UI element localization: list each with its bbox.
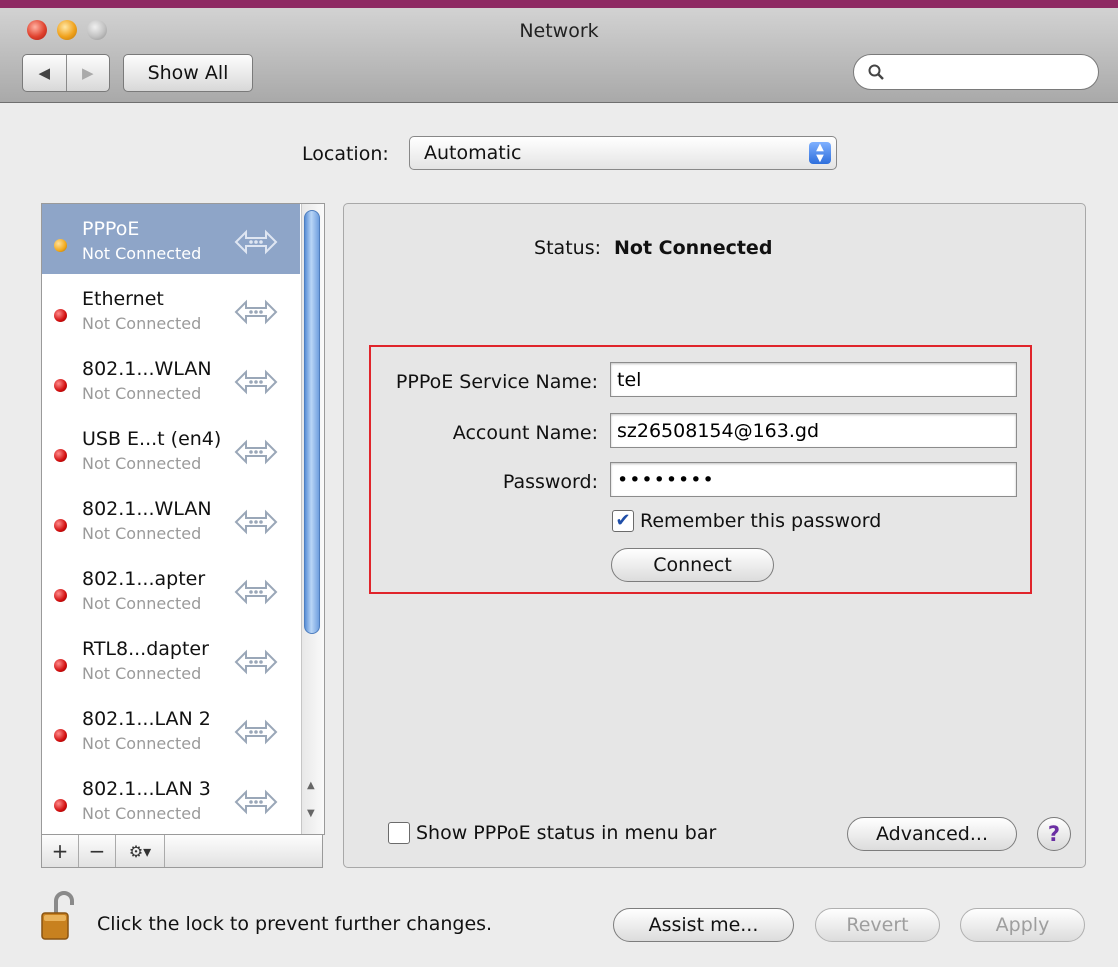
scroll-down-arrow-icon[interactable]: ▼ [307,808,315,819]
service-name: 802.1...apter [82,568,206,590]
service-list-item[interactable]: 802.1...WLAN Not Connected [42,484,300,554]
service-status: Not Connected [82,594,202,613]
background-strip [0,0,1118,8]
service-list-item[interactable]: RTL8...dapter Not Connected [42,624,300,694]
back-forward-buttons: ◀ ▶ [22,54,110,92]
service-status: Not Connected [82,734,202,753]
search-field[interactable] [853,54,1099,90]
network-arrows-icon [234,229,278,255]
location-value: Automatic [424,142,522,164]
service-name: RTL8...dapter [82,638,209,660]
back-arrow-icon[interactable]: ◀ [23,55,66,91]
service-status: Not Connected [82,454,202,473]
service-list-scrollbar[interactable]: ▲ ▼ [301,204,324,834]
gear-menu-icon[interactable]: ⚙▾ [116,835,165,867]
service-name: 802.1...WLAN [82,358,212,380]
network-arrows-icon [234,509,278,535]
service-list-item[interactable]: 802.1...LAN 2 Not Connected [42,694,300,764]
service-list: PPPoE Not Connected Ethernet Not Connected 8… [41,203,325,835]
assist-me-button[interactable]: Assist me... [613,908,794,942]
show-all-button[interactable]: Show All [123,54,253,92]
service-name: 802.1...LAN 3 [82,778,211,800]
network-arrows-icon [234,369,278,395]
service-list-item[interactable]: PPPoE Not Connected [42,204,300,274]
help-icon[interactable]: ? [1037,817,1071,851]
network-arrows-icon [234,649,278,675]
password-label: Password: [502,471,598,493]
location-select[interactable]: Automatic ▲ ▼ [409,136,837,170]
service-name-label: PPPoE Service Name: [395,371,598,393]
scrollbar-thumb[interactable] [304,210,320,634]
network-arrows-icon [234,579,278,605]
apply-button[interactable]: Apply [960,908,1085,942]
show-status-in-menubar-checkbox[interactable]: Show PPPoE status in menu bar [388,822,716,844]
window-title: Network [519,20,599,42]
service-name: Ethernet [82,288,164,310]
service-status: Not Connected [82,804,202,823]
service-name: USB E...t (en4) [82,428,222,450]
service-status: Not Connected [82,384,202,403]
status-dot-icon [54,799,67,812]
status-dot-icon [54,659,67,672]
service-list-item[interactable]: USB E...t (en4) Not Connected [42,414,300,484]
connect-button[interactable]: Connect [611,548,774,582]
updown-arrows-icon: ▲ ▼ [809,142,831,164]
network-arrows-icon [234,299,278,325]
service-list-toolbar: + − ⚙▾ [41,834,323,868]
lock-icon[interactable] [40,891,84,941]
service-list-item[interactable]: Ethernet Not Connected [42,274,300,344]
service-status: Not Connected [82,524,202,543]
status-label: Status: [534,237,601,259]
lock-message: Click the lock to prevent further change… [97,913,493,935]
revert-button[interactable]: Revert [815,908,940,942]
status-dot-icon [54,239,67,252]
service-list-item[interactable]: 802.1...apter Not Connected [42,554,300,624]
status-dot-icon [54,519,67,532]
password-field[interactable] [610,462,1017,497]
network-arrows-icon [234,439,278,465]
service-name: 802.1...WLAN [82,498,212,520]
account-name-field[interactable] [610,413,1017,448]
checkbox-empty-icon [388,822,410,844]
service-list-item[interactable]: 802.1...LAN 3 Not Connected [42,764,300,834]
service-status: Not Connected [82,314,202,333]
show-status-in-menubar-label: Show PPPoE status in menu bar [416,822,717,844]
remember-password-label: Remember this password [640,510,882,532]
service-status: Not Connected [82,664,202,683]
status-dot-icon [54,589,67,602]
status-dot-icon [54,729,67,742]
service-list-item[interactable]: 802.1...WLAN Not Connected [42,344,300,414]
checkmark-icon: ✔ [612,510,634,532]
forward-arrow-icon[interactable]: ▶ [65,55,110,91]
search-input[interactable] [892,61,1076,83]
service-name-field[interactable] [610,362,1017,397]
service-name: PPPoE [82,218,140,240]
status-value: Not Connected [614,237,773,259]
scroll-up-arrow-icon[interactable]: ▲ [307,780,315,791]
remove-service-button[interactable]: − [79,835,116,867]
advanced-button[interactable]: Advanced... [847,817,1017,851]
account-name-label: Account Name: [452,422,598,444]
service-name: 802.1...LAN 2 [82,708,211,730]
search-icon [868,64,884,80]
status-dot-icon [54,379,67,392]
service-status: Not Connected [82,244,202,263]
remember-password-checkbox[interactable]: ✔ Remember this password [612,510,881,532]
location-label: Location: [302,143,389,165]
status-dot-icon [54,449,67,462]
status-dot-icon [54,309,67,322]
network-arrows-icon [234,719,278,745]
network-arrows-icon [234,789,278,815]
add-service-button[interactable]: + [42,835,79,867]
